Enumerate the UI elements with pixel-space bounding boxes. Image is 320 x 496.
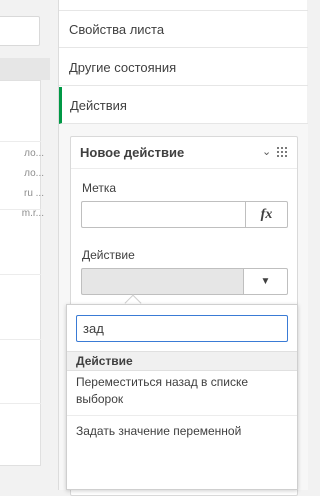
divider xyxy=(0,274,41,275)
left-list-snippet: ru ... xyxy=(23,188,44,199)
left-panel-card xyxy=(0,80,41,466)
left-list-snippet: m.r... xyxy=(21,208,44,219)
section-alternate-states[interactable]: Другие состояния xyxy=(59,49,308,86)
left-list-snippet: ло... xyxy=(24,148,44,159)
section-actions[interactable]: Действия xyxy=(59,87,308,124)
left-list-snippet: ло... xyxy=(24,168,44,179)
section-sheet-properties[interactable]: Свойства листа xyxy=(59,11,308,48)
chevron-down-icon[interactable]: ⌄ xyxy=(262,145,271,158)
action-card-title: Новое действие xyxy=(80,145,185,160)
option-label: Переместиться назад в списке выборок xyxy=(76,375,248,406)
label-input[interactable] xyxy=(81,201,245,228)
label-field-label: Метка xyxy=(82,181,117,195)
section-label: Другие состояния xyxy=(69,59,177,75)
left-panel: ло... ло... ru ... m.r... xyxy=(0,0,50,490)
dropdown-toggle-button[interactable]: ▼ xyxy=(243,268,288,295)
divider xyxy=(0,339,41,340)
left-search-box[interactable] xyxy=(0,16,40,46)
drag-handle-icon[interactable] xyxy=(277,147,289,159)
dropdown-option-back-in-selections[interactable]: Переместиться назад в списке выборок xyxy=(67,374,297,416)
action-search-input[interactable] xyxy=(76,315,288,342)
dropdown-group-header: Действие xyxy=(67,351,297,371)
expression-editor-button[interactable]: fx xyxy=(245,201,288,228)
divider xyxy=(0,141,41,142)
section-label: Свойства листа xyxy=(69,21,165,37)
action-field-label: Действие xyxy=(82,248,135,262)
option-label: Задать значение переменной xyxy=(76,424,242,438)
action-select[interactable] xyxy=(81,268,243,295)
caret-down-icon: ▼ xyxy=(260,276,271,287)
dropdown-option-set-variable[interactable]: Задать значение переменной xyxy=(67,423,297,445)
action-dropdown: Действие Переместиться назад в списке вы… xyxy=(66,304,298,490)
divider xyxy=(0,403,41,404)
left-panel-header-band xyxy=(0,58,50,80)
section-label: Действия xyxy=(70,97,127,113)
